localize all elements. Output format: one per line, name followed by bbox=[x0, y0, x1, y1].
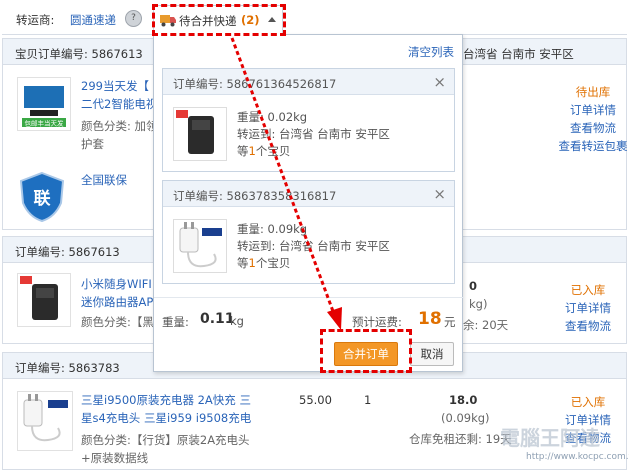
merge-item-info: 重量: 0.09kg 转运到: 台湾省 台南市 安平区 等1个宝贝 bbox=[237, 221, 390, 272]
product-attr: 颜色分类:【行货】原装2A充电头 bbox=[81, 433, 250, 447]
status-badge: 待出库 bbox=[575, 85, 611, 99]
view-logistics-link[interactable]: 查看物流 bbox=[543, 317, 629, 335]
close-icon[interactable]: × bbox=[433, 73, 446, 91]
merge-count-badge: (2) bbox=[241, 13, 260, 27]
merge-item-weight: 重量: 0.09kg bbox=[237, 222, 308, 236]
close-icon[interactable]: × bbox=[433, 185, 446, 203]
unit-price: 55.00 bbox=[299, 393, 332, 407]
merge-item-route: 转运到: 台湾省 台南市 安平区 bbox=[237, 239, 390, 253]
svg-text:联: 联 bbox=[34, 189, 51, 209]
total-weight-unit: kg bbox=[230, 314, 244, 328]
clear-list-link[interactable]: 清空列表 bbox=[408, 44, 454, 60]
order-detail-link[interactable]: 订单详情 bbox=[548, 101, 629, 119]
warranty-shield-icon: 联 bbox=[17, 171, 67, 223]
product-title[interactable]: 三星i9500原装充电器 2A快充 三 bbox=[81, 391, 251, 409]
est-fee-label: 预计运费: bbox=[352, 315, 402, 329]
product-title-line2[interactable]: 星s4充电头 三星i959 i9508充电 bbox=[81, 409, 251, 427]
order-status-column: 待出库 订单详情 查看物流 查看转运包裹 bbox=[548, 83, 629, 155]
merge-item-route: 转运到: 台湾省 台南市 安平区 bbox=[237, 127, 390, 141]
product-image[interactable] bbox=[17, 273, 71, 327]
tv-box-icon: 包邮丰当天发 bbox=[22, 86, 66, 128]
product-title[interactable]: 小米随身WIFI bbox=[81, 275, 152, 293]
weight-sub: kg) bbox=[469, 297, 488, 311]
merge-item-card: 订单编号: 586378358316817 × 重量: 0.09kg 转运到: … bbox=[162, 180, 455, 284]
weight-value: 0 bbox=[469, 279, 478, 293]
merge-popup: 清空列表 订单编号: 586761364526817 × 重量: 0.02kg … bbox=[153, 34, 464, 373]
order-status-column: 已入库 订单详情 查看物流 bbox=[543, 281, 629, 335]
truck-icon bbox=[160, 15, 176, 27]
wifi-device-icon bbox=[176, 110, 214, 154]
warranty-label[interactable]: 全国联保 bbox=[81, 171, 127, 189]
quantity: 1 bbox=[364, 393, 372, 407]
storage-remaining: 余: 20天 bbox=[463, 318, 509, 332]
merge-item-info: 重量: 0.02kg 转运到: 台湾省 台南市 安平区 等1个宝贝 bbox=[237, 109, 390, 160]
charger-icon bbox=[23, 394, 68, 442]
product-attr: 颜色分类: 加领 bbox=[81, 119, 158, 133]
merge-item-image bbox=[173, 219, 227, 273]
carrier-label: 转运商: bbox=[16, 13, 55, 27]
watermark-url: http://www.kocpc.com.tw bbox=[526, 452, 629, 462]
weight-sub: (0.09kg) bbox=[441, 411, 490, 425]
order-number: 订单编号: 5863783 bbox=[15, 361, 120, 375]
view-transfer-package-link[interactable]: 查看转运包裹 bbox=[538, 137, 629, 155]
merge-item-card: 订单编号: 586761364526817 × 重量: 0.02kg 转运到: … bbox=[162, 68, 455, 172]
est-fee-value: 18 bbox=[418, 309, 442, 329]
status-badge: 已入库 bbox=[570, 283, 606, 297]
cancel-button[interactable]: 取消 bbox=[410, 342, 454, 366]
order-number: 订单编号: 5867613 bbox=[15, 245, 120, 259]
product-attr-line2: +原装数据线 bbox=[81, 451, 149, 465]
merge-item-count: 等1个宝贝 bbox=[237, 256, 291, 270]
order-number: 宝贝订单编号: 5867613 bbox=[15, 47, 143, 61]
product-attr-line2: 护套 bbox=[81, 137, 104, 151]
merge-item-header: 订单编号: 586378358316817 × bbox=[163, 181, 454, 207]
merge-item-order-number: 订单编号: 586378358316817 bbox=[173, 189, 337, 203]
carrier-link[interactable]: 圆通速递 bbox=[70, 12, 116, 28]
merge-item-weight: 重量: 0.02kg bbox=[237, 110, 308, 124]
est-fee-unit: 元 bbox=[444, 315, 456, 329]
weight-value: 18.0 bbox=[449, 393, 478, 407]
charger-icon bbox=[179, 222, 222, 268]
merge-item-order-number: 订单编号: 586761364526817 bbox=[173, 77, 337, 91]
product-image[interactable]: 包邮丰当天发 bbox=[17, 77, 71, 131]
product-title-line2[interactable]: 迷你路由器AP bbox=[81, 293, 153, 311]
order-detail-link[interactable]: 订单详情 bbox=[543, 299, 629, 317]
product-title-line2[interactable]: 二代2智能电视 bbox=[81, 95, 157, 113]
view-logistics-link[interactable]: 查看物流 bbox=[548, 119, 629, 137]
product-title[interactable]: 299当天发【 bbox=[81, 77, 149, 95]
merge-pending-tab[interactable]: 待合并快递 (2) bbox=[153, 5, 283, 35]
product-attr: 颜色分类:【黑 bbox=[81, 315, 154, 329]
order-destination: 台湾省 台南市 安平区 bbox=[463, 47, 574, 61]
status-badge: 已入库 bbox=[570, 395, 606, 409]
merge-item-image bbox=[173, 107, 227, 161]
total-weight-label: 重量: bbox=[162, 315, 189, 329]
merge-item-header: 订单编号: 586761364526817 × bbox=[163, 69, 454, 95]
product-image[interactable] bbox=[17, 391, 73, 451]
carrier-bar: 转运商: 圆通速递 ? bbox=[2, 2, 627, 35]
help-icon[interactable]: ? bbox=[125, 10, 142, 27]
storage-remaining: 仓库免租还剩: 19天 bbox=[409, 432, 512, 446]
image-caption: 包邮丰当天发 bbox=[25, 119, 65, 128]
caret-up-icon bbox=[268, 17, 276, 22]
merge-item-count: 等1个宝贝 bbox=[237, 144, 291, 158]
merge-summary: 重量: 0.11 kg 预计运费: 18 元 合并订单 取消 bbox=[154, 297, 464, 373]
merge-orders-button[interactable]: 合并订单 bbox=[334, 342, 398, 366]
wifi-device-icon bbox=[20, 276, 58, 320]
merge-tab-label: 待合并快递 bbox=[179, 14, 237, 28]
watermark-logo: 電腦王阿達 bbox=[500, 426, 600, 450]
